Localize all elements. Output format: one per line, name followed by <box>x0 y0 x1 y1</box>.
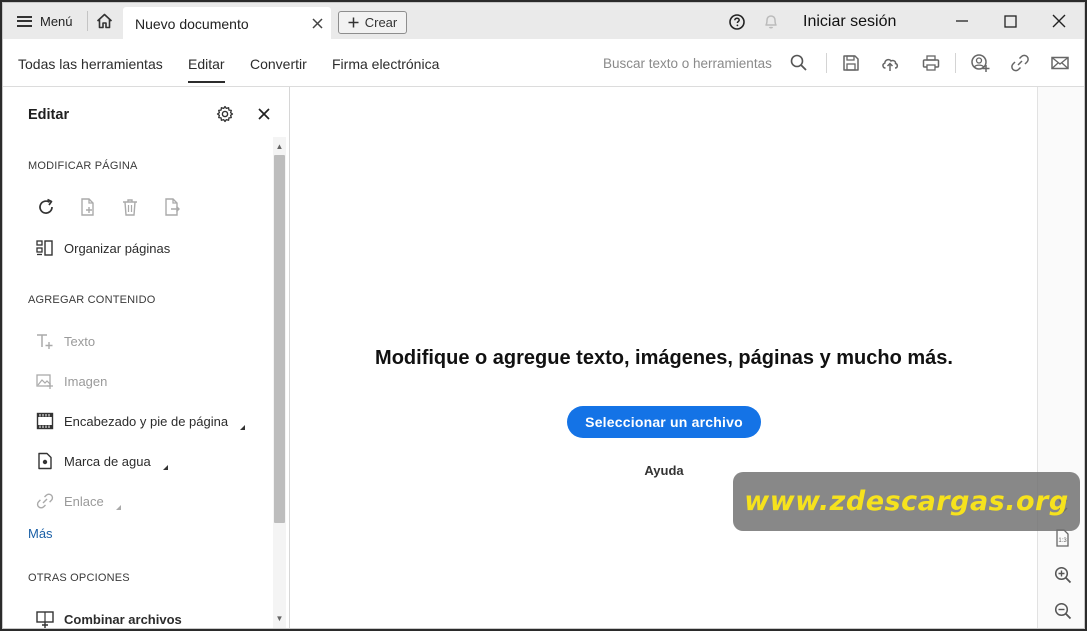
section-heading-add-content: AGREGAR CONTENIDO <box>28 294 156 306</box>
tab-edit[interactable]: Editar <box>188 56 225 83</box>
upload-cloud-icon[interactable] <box>880 53 900 73</box>
image-icon <box>36 374 53 389</box>
search-input[interactable]: Buscar texto o herramientas <box>603 56 772 71</box>
title-bar: Menú Nuevo documento Crear Iniciar sesió… <box>3 3 1084 39</box>
document-tab[interactable]: Nuevo documento <box>123 7 331 39</box>
scroll-down-icon[interactable]: ▼ <box>275 615 284 623</box>
scroll-up-icon[interactable]: ▲ <box>275 143 284 151</box>
combine-files-icon <box>36 611 54 628</box>
toolbar-divider <box>826 53 827 73</box>
link-icon <box>36 493 54 509</box>
add-text-label: Texto <box>64 333 96 349</box>
create-label: Crear <box>364 15 398 30</box>
organize-pages-item[interactable]: Organizar páginas <box>36 237 170 259</box>
main-toolbar: Todas las herramientas Editar Convertir … <box>3 39 1084 87</box>
section-heading-other-options: OTRAS OPCIONES <box>28 572 130 584</box>
tab-convert[interactable]: Convertir <box>250 56 307 72</box>
close-panel-icon[interactable] <box>257 107 271 121</box>
document-area: Modifique o agregue texto, imágenes, pág… <box>291 87 1037 628</box>
right-rail: 1:3 <box>1037 87 1084 628</box>
maximize-button[interactable] <box>997 9 1023 33</box>
add-user-icon[interactable] <box>970 53 990 73</box>
svg-text:1:3: 1:3 <box>1058 538 1067 544</box>
toolbar-divider <box>955 53 956 73</box>
watermark-label: Marca de agua <box>64 453 151 469</box>
header-footer-item[interactable]: Encabezado y pie de página <box>36 410 246 432</box>
save-icon[interactable] <box>841 53 861 73</box>
home-icon <box>96 13 112 29</box>
search-icon[interactable] <box>789 53 809 73</box>
minimize-button[interactable] <box>949 9 975 33</box>
minimize-icon <box>956 20 968 22</box>
divider <box>87 11 88 31</box>
panel-title: Editar <box>28 107 70 123</box>
trash-icon[interactable] <box>120 197 140 217</box>
hamburger-icon <box>17 15 32 27</box>
extract-page-icon[interactable] <box>162 197 182 217</box>
header-footer-label: Encabezado y pie de página <box>64 413 229 429</box>
close-window-button[interactable] <box>1046 9 1072 33</box>
section-heading-modify-page: MODIFICAR PÁGINA <box>28 160 138 172</box>
combine-files-item[interactable]: Combinar archivos <box>36 608 182 628</box>
empty-state-message: Modifique o agregue texto, imágenes, pág… <box>375 347 953 369</box>
watermark-overlay: www.zdescargas.org <box>733 472 1080 531</box>
edit-panel: Editar MODIFICAR PÁGINA Organizar página… <box>3 87 290 628</box>
insert-page-icon[interactable] <box>78 197 98 217</box>
organize-pages-icon <box>36 240 53 256</box>
combine-files-label: Combinar archivos <box>64 611 182 627</box>
sign-in-link[interactable]: Iniciar sesión <box>803 13 896 31</box>
add-image-item[interactable]: Imagen <box>36 370 107 392</box>
zoom-out-icon[interactable] <box>1053 601 1073 621</box>
zoom-in-icon[interactable] <box>1053 565 1073 585</box>
tab-all-tools[interactable]: Todas las herramientas <box>18 56 163 72</box>
plus-icon <box>348 17 359 28</box>
submenu-indicator-icon <box>115 504 121 510</box>
organize-pages-label: Organizar páginas <box>64 240 171 256</box>
help-icon[interactable] <box>729 14 745 30</box>
submenu-indicator-icon <box>162 464 168 470</box>
watermark-text: www.zdescargas.org <box>744 486 1069 517</box>
close-tab-icon[interactable] <box>309 15 325 31</box>
menu-label: Menú <box>40 13 73 29</box>
close-icon <box>1052 14 1066 28</box>
rotate-icon[interactable] <box>36 197 56 217</box>
watermark-icon <box>38 452 52 470</box>
add-link-item[interactable]: Enlace <box>36 490 121 512</box>
bell-icon[interactable] <box>763 13 779 30</box>
add-text-item[interactable]: Texto <box>36 330 95 352</box>
app-window: Menú Nuevo documento Crear Iniciar sesió… <box>2 2 1085 629</box>
watermark-item[interactable]: Marca de agua <box>36 450 168 472</box>
submenu-indicator-icon <box>240 424 246 430</box>
panel-scrollbar-thumb[interactable] <box>274 155 285 523</box>
document-tab-title: Nuevo documento <box>135 16 249 32</box>
menu-button[interactable]: Menú <box>9 9 81 33</box>
add-image-label: Imagen <box>64 373 108 389</box>
home-button[interactable] <box>91 9 117 33</box>
create-button[interactable]: Crear <box>338 11 407 34</box>
print-icon[interactable] <box>921 53 941 73</box>
add-link-label: Enlace <box>64 493 104 509</box>
maximize-icon <box>1003 14 1017 28</box>
header-footer-icon <box>36 412 54 430</box>
more-link[interactable]: Más <box>28 526 53 541</box>
text-icon <box>37 334 53 349</box>
gear-icon[interactable] <box>216 105 234 123</box>
mail-icon[interactable] <box>1050 53 1070 73</box>
page-number-icon[interactable]: 1:3 <box>1053 528 1073 548</box>
select-file-button[interactable]: Seleccionar un archivo <box>567 406 761 438</box>
link-icon[interactable] <box>1010 53 1030 73</box>
tab-e-signature[interactable]: Firma electrónica <box>332 56 439 72</box>
